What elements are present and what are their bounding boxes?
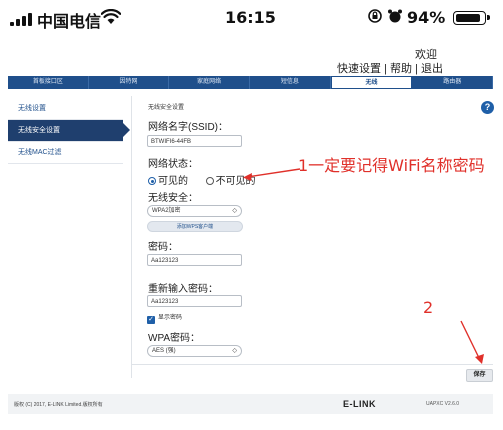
annotation-arrows [243, 168, 484, 364]
annotation-arrow-2 [460, 320, 484, 364]
annotation-arrow-1 [243, 168, 301, 181]
